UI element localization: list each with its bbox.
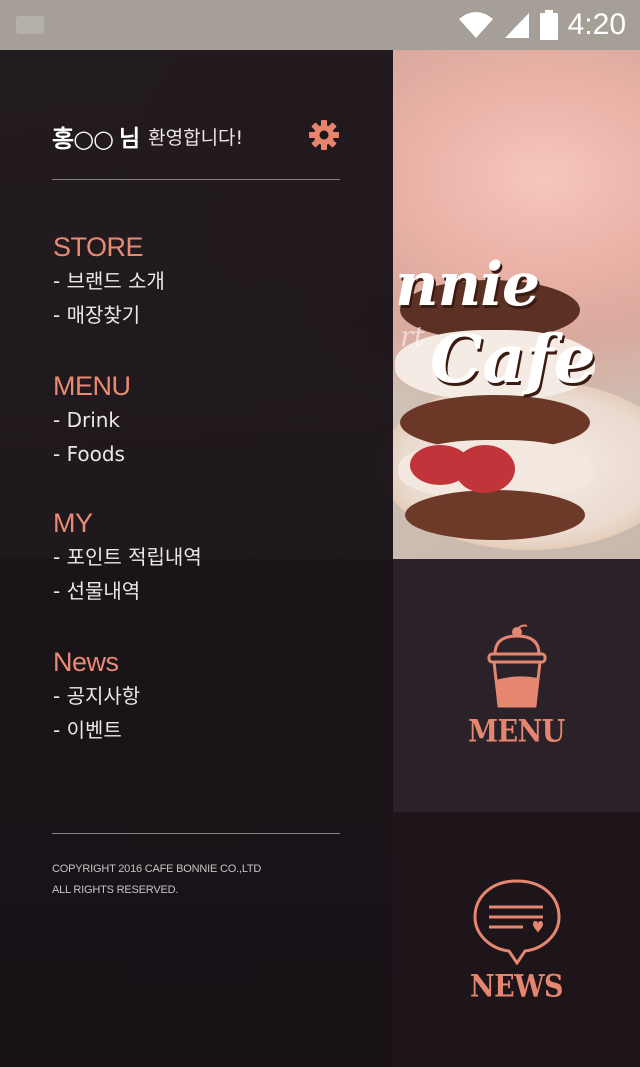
menu-item-store-finder[interactable]: - 매장찾기 [53, 298, 165, 332]
section-store: STORE - 브랜드 소개 - 매장찾기 [53, 230, 165, 332]
gear-icon[interactable] [308, 119, 340, 151]
menu-tile[interactable]: MENU [393, 559, 640, 812]
news-tile[interactable]: NEWS [393, 812, 640, 1067]
cellular-signal-icon [504, 13, 529, 38]
section-news: News - 공지사항 - 이벤트 [53, 645, 140, 747]
menu-item-notices[interactable]: - 공지사항 [53, 679, 140, 713]
section-title-my[interactable]: MY [53, 506, 202, 540]
brand-logo-bonnie: nnie [395, 250, 540, 320]
battery-icon [539, 10, 558, 40]
menu-item-foods[interactable]: - Foods [53, 437, 131, 471]
brand-logo-cafe: Cafe [430, 320, 596, 398]
logo-tagline: rt [400, 320, 425, 353]
rights-line: ALL RIGHTS RESERVED. [52, 884, 179, 896]
navigation-drawer: 홍○○ 님 환영합니다! STORE - 브랜드 소개 - 매장찾기 MENU … [0, 50, 393, 1067]
cake-layer [405, 490, 585, 540]
speech-bubble-heart-icon [472, 879, 561, 965]
menu-tile-label: MENU [468, 713, 565, 750]
menu-item-gift-history[interactable]: - 선물내역 [53, 574, 202, 608]
status-bar: 4:20 [0, 0, 640, 50]
welcome-text: 환영합니다! [148, 126, 244, 149]
news-tile-label: NEWS [469, 968, 564, 1005]
notification-icon [16, 16, 44, 34]
menu-item-events[interactable]: - 이벤트 [53, 713, 140, 747]
section-title-menu[interactable]: MENU [53, 369, 131, 403]
wifi-icon [458, 12, 493, 38]
copyright: COPYRIGHT 2016 CAFE BONNIE CO.,LTD ALL R… [52, 859, 261, 901]
menu-item-brand-intro[interactable]: - 브랜드 소개 [53, 264, 165, 298]
footer-divider [52, 833, 340, 834]
user-honorific: 님 [118, 126, 141, 152]
section-menu: MENU - Drink - Foods [53, 369, 131, 471]
section-my: MY - 포인트 적립내역 - 선물내역 [53, 506, 202, 608]
copyright-line: COPYRIGHT 2016 CAFE BONNIE CO.,LTD [52, 863, 262, 875]
drawer-header: 홍○○ 님 환영합니다! [52, 116, 340, 156]
section-title-news[interactable]: News [53, 645, 140, 679]
drink-cup-icon [487, 624, 546, 708]
menu-item-point-history[interactable]: - 포인트 적립내역 [53, 540, 202, 574]
header-divider [52, 179, 340, 180]
status-icons: 4:20 [458, 8, 626, 42]
menu-item-drink[interactable]: - Drink [53, 403, 131, 437]
section-title-store[interactable]: STORE [53, 230, 165, 264]
clock: 4:20 [567, 8, 626, 41]
strawberry-image [455, 445, 515, 493]
user-name: 홍○○ [52, 124, 114, 153]
